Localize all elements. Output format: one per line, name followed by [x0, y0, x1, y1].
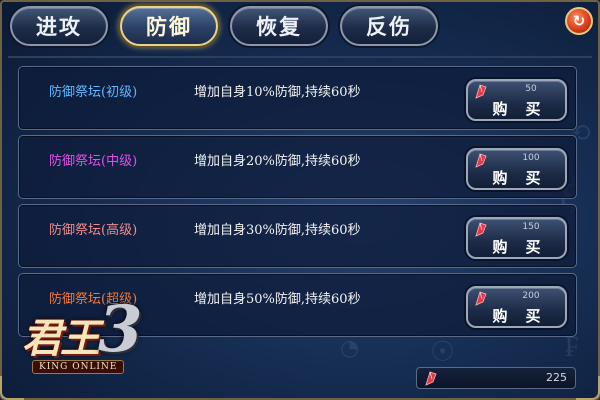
close-button[interactable]: ↻ [565, 7, 593, 35]
item-description: 增加自身20%防御,持续60秒 [194, 154, 361, 169]
buy-button[interactable]: 100 购买 [466, 148, 567, 190]
tab-attack[interactable]: 进攻 [10, 6, 108, 46]
buy-button[interactable]: 200 购买 [466, 286, 567, 328]
item-name: 防御祭坛(初级) [49, 85, 138, 100]
currency-value: 225 [546, 371, 567, 384]
red-gem-icon [475, 291, 487, 306]
item-name: 防御祭坛(高级) [49, 223, 138, 238]
list-item: 防御祭坛(高级) 增加自身30%防御,持续60秒 150 购买 [18, 204, 577, 268]
buy-button[interactable]: 50 购买 [466, 79, 567, 121]
item-description: 增加自身30%防御,持续60秒 [194, 223, 361, 238]
logo-subtitle: KING ONLINE [32, 360, 125, 374]
price-label: 200 [522, 291, 540, 301]
currency-bar: 225 [416, 367, 576, 389]
tab-defense[interactable]: 防御 [120, 6, 218, 46]
item-name: 防御祭坛(中级) [49, 154, 138, 169]
list-item: 防御祭坛(初级) 增加自身10%防御,持续60秒 50 购买 [18, 66, 577, 130]
game-logo: 君王 3 KING ONLINE [10, 292, 160, 392]
buy-label: 购买 [492, 307, 559, 325]
red-gem-icon [475, 84, 487, 99]
price-label: 50 [525, 84, 537, 94]
buy-button[interactable]: 150 购买 [466, 217, 567, 259]
logo-title: 君王 [22, 315, 100, 362]
tab-recovery[interactable]: 恢复 [230, 6, 328, 46]
red-gem-icon [475, 153, 487, 168]
frame-corner [576, 376, 600, 400]
buy-label: 购买 [492, 169, 559, 187]
buy-label: 购买 [492, 100, 559, 118]
list-item: 防御祭坛(中级) 增加自身20%防御,持续60秒 100 购买 [18, 135, 577, 199]
divider [8, 56, 592, 58]
price-label: 150 [522, 222, 540, 232]
logo-number: 3 [98, 292, 143, 367]
tab-reflect[interactable]: 反伤 [340, 6, 438, 46]
buy-label: 购买 [492, 238, 559, 256]
item-description: 增加自身50%防御,持续60秒 [194, 292, 361, 307]
price-label: 100 [522, 153, 540, 163]
item-description: 增加自身10%防御,持续60秒 [194, 85, 361, 100]
red-gem-icon [425, 371, 437, 386]
refresh-close-icon: ↻ [572, 12, 586, 30]
red-gem-icon [475, 222, 487, 237]
